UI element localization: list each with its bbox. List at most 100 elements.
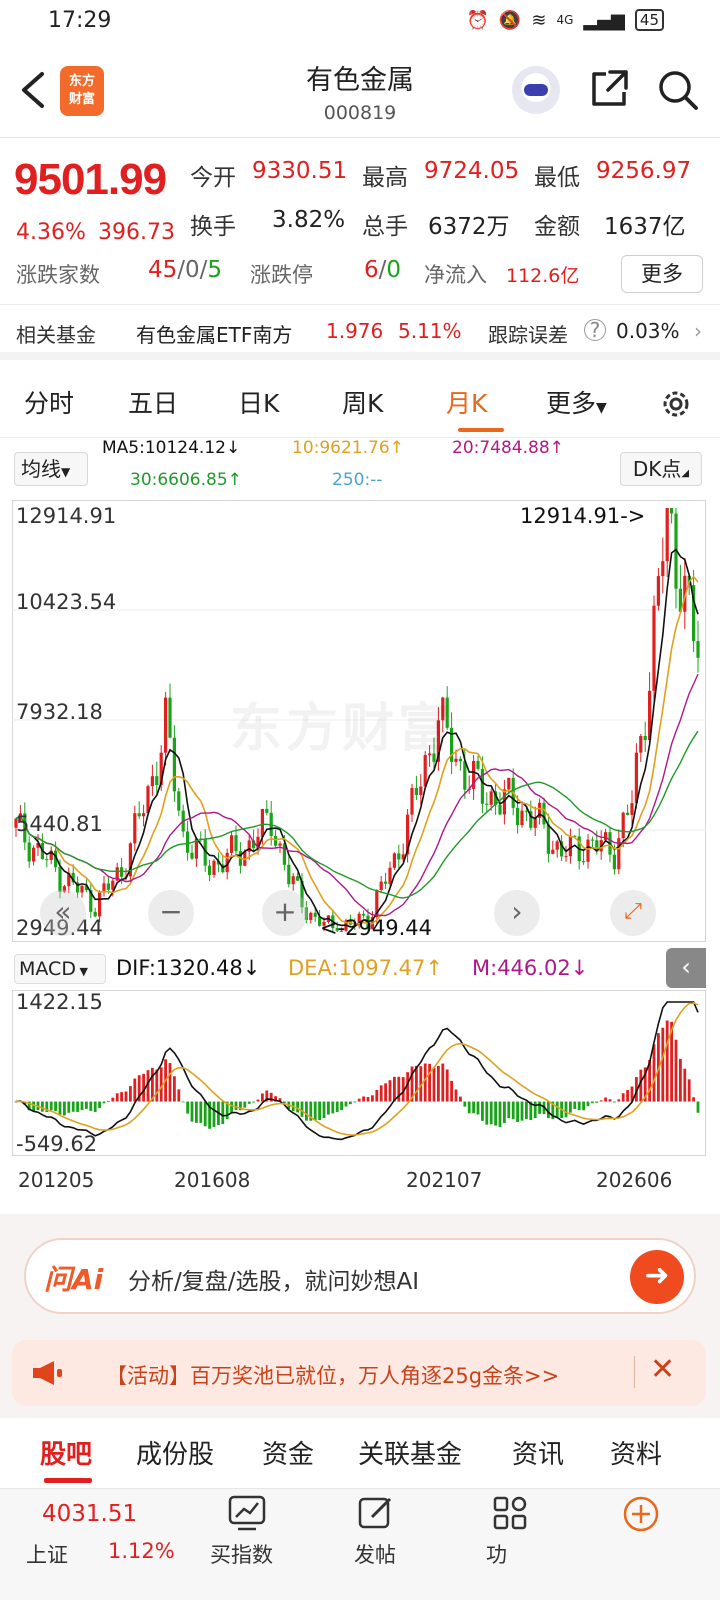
megaphone-icon	[33, 1361, 62, 1385]
candle-body	[612, 854, 616, 870]
active-tab-underline	[458, 428, 504, 432]
macd-bar	[476, 1101, 480, 1115]
grid-apps-icon[interactable]	[492, 1495, 528, 1531]
status-bar: 17:29 ⏰ 🔕 ≋ 4G ▂▄▆ 45	[0, 0, 720, 44]
candle-body	[45, 859, 49, 861]
header-divider	[0, 137, 720, 138]
macd-bar	[665, 1020, 669, 1102]
macd-bar	[349, 1101, 352, 1105]
macd-selector[interactable]: MACD ▼	[14, 954, 106, 984]
candle-body	[212, 860, 216, 875]
macd-bar	[181, 1101, 185, 1103]
macd-bar	[243, 1101, 247, 1108]
footer-post[interactable]: 发帖	[354, 1539, 396, 1569]
macd-bar	[573, 1101, 577, 1110]
macd-bar	[621, 1093, 625, 1102]
macd-bar	[155, 1069, 159, 1102]
macd-bar	[577, 1101, 581, 1111]
footer-buy-index[interactable]: 买指数	[210, 1539, 273, 1569]
edit-post-icon[interactable]	[358, 1495, 394, 1531]
macd-bar	[221, 1101, 225, 1124]
macd-bar	[432, 1067, 436, 1102]
gear-icon[interactable]	[658, 386, 694, 422]
header: 东方 财富 有色金属 000819	[0, 50, 720, 138]
candle-body	[384, 881, 388, 884]
tab-profile[interactable]: 资料	[610, 1434, 662, 1471]
candle-body	[388, 867, 392, 884]
candle-body	[32, 847, 36, 862]
ma-selector[interactable]: 均线▼	[14, 452, 88, 486]
macd-bar	[692, 1097, 695, 1102]
macd-bar	[322, 1101, 326, 1119]
more-button[interactable]: 更多	[621, 255, 703, 293]
x-label-4: 202606	[596, 1168, 673, 1192]
tab-monthly-k[interactable]: 月K	[446, 384, 487, 420]
candle-body	[278, 843, 282, 846]
macd-bar	[234, 1101, 238, 1110]
candle-body	[551, 849, 555, 854]
candle-body	[542, 802, 546, 825]
close-icon[interactable]: ✕	[650, 1352, 675, 1387]
share-icon[interactable]	[588, 68, 630, 110]
search-icon[interactable]	[656, 68, 700, 112]
tab-related-funds[interactable]: 关联基金	[358, 1434, 462, 1471]
ma5-value: MA5:10124.12↓	[102, 438, 241, 458]
tab-daily-k[interactable]: 日K	[238, 384, 279, 420]
ai-go-arrow-icon[interactable]: ➜	[630, 1250, 684, 1304]
max-price-marker: 12914.91->	[520, 504, 646, 528]
candle-body	[476, 760, 480, 769]
zoom-out-button[interactable]: −	[148, 890, 194, 936]
macd-bar	[533, 1101, 537, 1119]
promo-text[interactable]: 【活动】百万奖池已就位，万人角逐25g金条>>	[106, 1360, 644, 1390]
scroll-left-button[interactable]: «	[40, 890, 86, 936]
chart-trend-icon[interactable]	[228, 1495, 266, 1531]
ai-robot-icon[interactable]	[512, 66, 560, 114]
macd-dif: DIF:1320.48↓	[116, 956, 261, 980]
macd-bar	[63, 1101, 66, 1116]
caret-down-icon: ▼	[596, 400, 607, 416]
macd-bar	[120, 1092, 123, 1102]
add-circle-icon[interactable]	[622, 1495, 660, 1533]
period-tabs: 分时 五日 日K 周K 月K 更多▼	[0, 368, 720, 438]
macd-bar	[520, 1101, 524, 1121]
tab-guba[interactable]: 股吧	[40, 1434, 92, 1471]
scroll-right-button[interactable]: ›	[494, 890, 540, 936]
bottom-toolbar: 4031.51 上证 1.12% 买指数 发帖 功	[0, 1488, 720, 1600]
dk-point-button[interactable]: DK点◢	[620, 452, 702, 486]
tab-constituents[interactable]: 成份股	[136, 1434, 214, 1471]
candle-body	[458, 758, 462, 762]
tab-intraday[interactable]: 分时	[24, 384, 74, 420]
candle-body	[230, 835, 234, 853]
breadth-label: 涨跌家数	[16, 263, 100, 287]
footer-index-pct[interactable]: 1.12%	[108, 1539, 175, 1563]
related-fund-band[interactable]: 相关基金 有色金属ETF南方 1.976 5.11% 跟踪误差 ? 0.03% …	[0, 304, 720, 360]
candle-body	[410, 788, 414, 815]
macd-bar	[313, 1101, 317, 1121]
fullscreen-icon[interactable]: ⤢	[610, 890, 656, 936]
footer-index-name[interactable]: 上证	[26, 1539, 68, 1569]
candle-body	[142, 813, 146, 817]
tab-news[interactable]: 资讯	[512, 1434, 564, 1471]
candle-body	[414, 788, 418, 796]
footer-index-value[interactable]: 4031.51	[42, 1501, 137, 1527]
macd-m: M:446.02↓	[472, 956, 589, 980]
macd-bar	[186, 1101, 189, 1114]
collapse-panel-button[interactable]: ‹	[666, 948, 706, 988]
tab-five-day[interactable]: 五日	[128, 384, 178, 420]
status-icons: ⏰ 🔕 ≋ 4G ▂▄▆ 45	[467, 9, 664, 31]
macd-bar	[679, 1058, 682, 1102]
macd-chart[interactable]	[12, 990, 706, 1162]
footer-functions[interactable]: 功	[486, 1539, 507, 1569]
macd-bar	[133, 1078, 137, 1102]
candle-body	[639, 736, 643, 753]
macd-bar	[538, 1101, 541, 1114]
candle-body	[274, 835, 278, 846]
zoom-in-button[interactable]: +	[262, 890, 308, 936]
macd-bar	[525, 1101, 528, 1120]
tab-funds-flow[interactable]: 资金	[262, 1434, 314, 1471]
tab-more[interactable]: 更多▼	[546, 384, 607, 420]
ai-prompt-text[interactable]: 分析/复盘/选股，就问妙想AI	[128, 1262, 419, 1296]
help-icon[interactable]: ?	[584, 319, 606, 341]
tab-weekly-k[interactable]: 周K	[342, 384, 383, 420]
candle-body	[27, 842, 31, 862]
